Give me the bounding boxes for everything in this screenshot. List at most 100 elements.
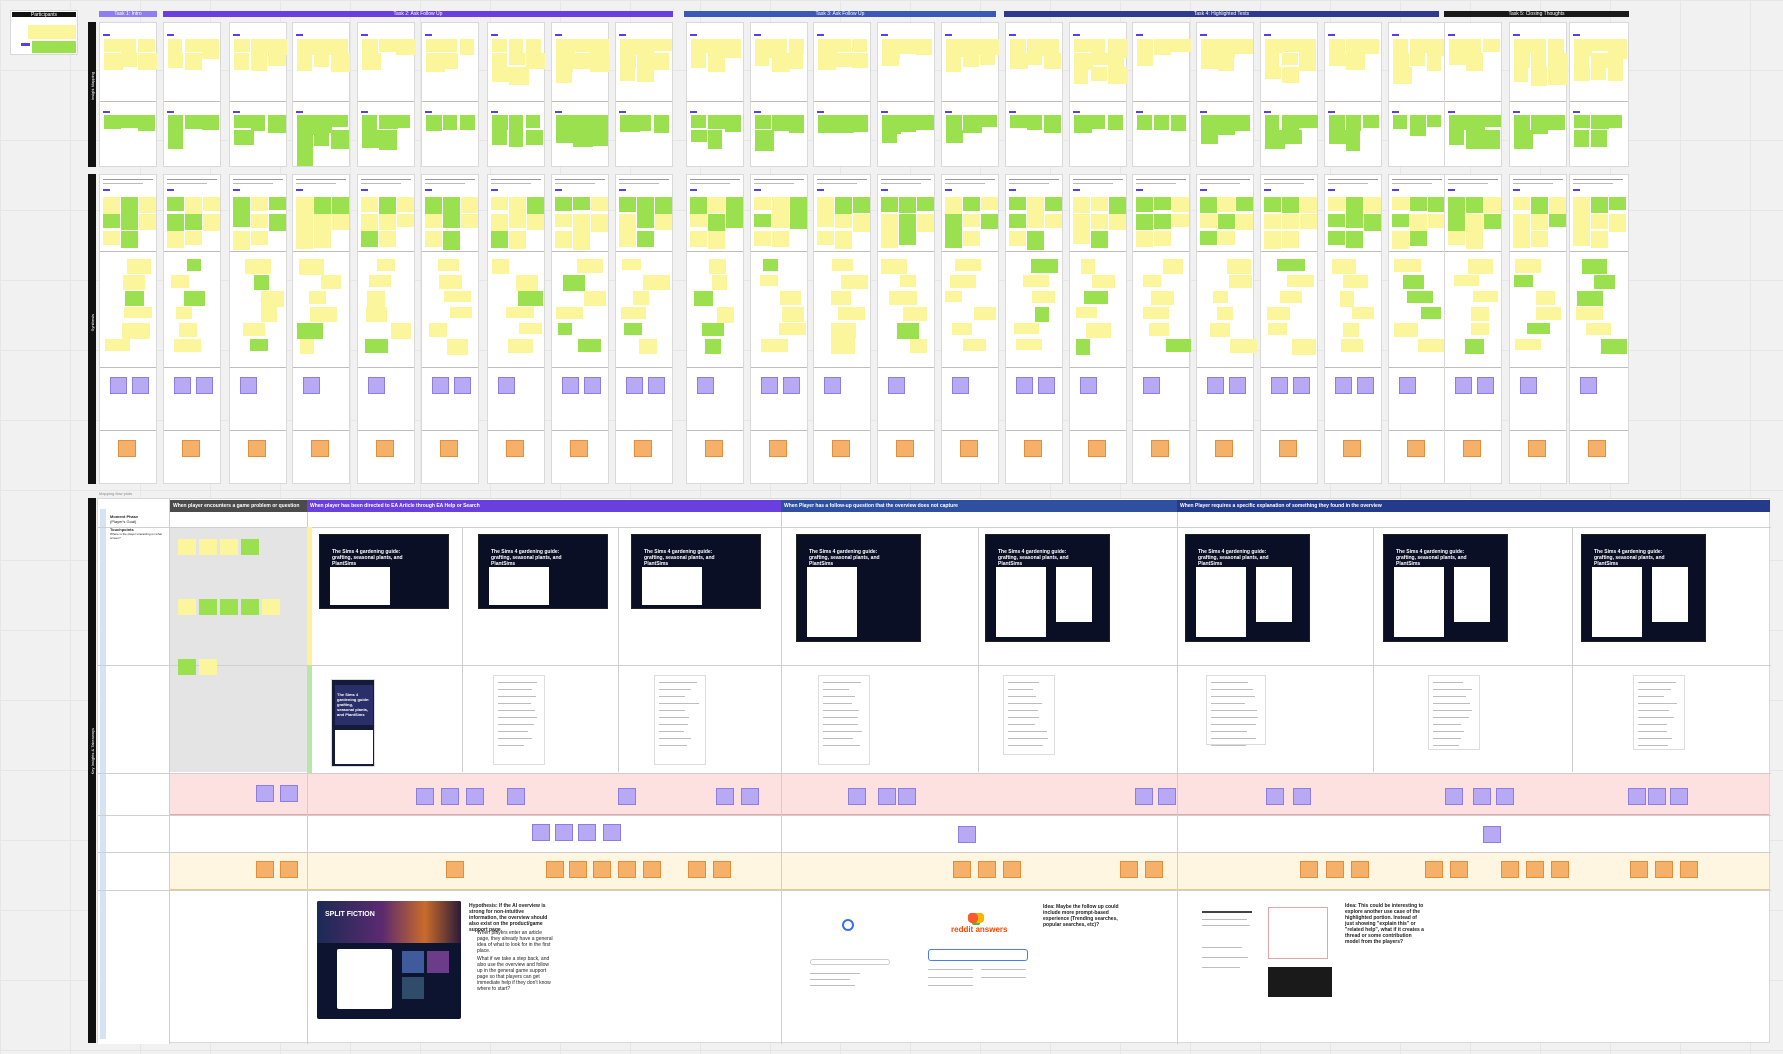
synthesis-sticky[interactable] bbox=[314, 231, 331, 249]
insight-sticky[interactable] bbox=[946, 130, 963, 144]
synthesis-sticky[interactable] bbox=[296, 197, 313, 214]
insight-sticky[interactable] bbox=[1483, 39, 1500, 52]
synthesis-sticky[interactable] bbox=[817, 231, 834, 245]
synthesis-sticky[interactable] bbox=[309, 291, 326, 305]
insight-purple-sticky[interactable] bbox=[1080, 377, 1097, 394]
synthesis-sticky[interactable] bbox=[1594, 275, 1615, 289]
synthesis-sticky[interactable] bbox=[332, 214, 349, 231]
synthesis-sticky[interactable] bbox=[170, 275, 189, 289]
synthesis-sticky[interactable] bbox=[619, 214, 636, 232]
insight-sticky[interactable] bbox=[168, 53, 184, 69]
insight-sticky[interactable] bbox=[1137, 115, 1152, 130]
synthesis-sticky[interactable] bbox=[1045, 197, 1062, 211]
insight-sticky[interactable] bbox=[1466, 53, 1484, 71]
insight-sticky[interactable] bbox=[1201, 53, 1220, 69]
synthesis-sticky[interactable] bbox=[443, 214, 460, 229]
synthesis-sticky[interactable] bbox=[314, 214, 331, 232]
synthesis-sticky[interactable] bbox=[897, 323, 920, 339]
insight-sticky[interactable] bbox=[1108, 67, 1128, 84]
insight-sticky[interactable] bbox=[980, 53, 996, 66]
insight-sticky[interactable] bbox=[1282, 67, 1299, 83]
opportunity-sticky[interactable] bbox=[1680, 861, 1698, 878]
pain-point-sticky[interactable] bbox=[741, 788, 759, 805]
affinity-column[interactable] bbox=[1509, 22, 1568, 167]
opportunity-sticky[interactable] bbox=[643, 861, 661, 878]
synthesis-sticky[interactable] bbox=[1073, 214, 1090, 232]
synthesis-sticky[interactable] bbox=[1200, 197, 1217, 213]
affinity-column[interactable] bbox=[686, 22, 744, 167]
opportunity-sticky[interactable] bbox=[182, 440, 200, 457]
synthesis-column[interactable] bbox=[1196, 174, 1257, 484]
synthesis-sticky[interactable] bbox=[1218, 231, 1235, 245]
synthesis-sticky[interactable] bbox=[690, 197, 707, 216]
insight-sticky[interactable] bbox=[532, 824, 550, 841]
insight-sticky[interactable] bbox=[916, 115, 934, 131]
synthesis-sticky[interactable] bbox=[637, 214, 654, 229]
overview-panel[interactable] bbox=[1592, 567, 1642, 637]
opportunity-sticky[interactable] bbox=[1351, 861, 1369, 878]
synthesis-sticky[interactable] bbox=[963, 197, 980, 211]
synthesis-sticky[interactable] bbox=[1453, 275, 1479, 287]
insight-sticky[interactable] bbox=[1608, 53, 1623, 68]
insight-sticky[interactable] bbox=[755, 115, 772, 130]
insight-sticky[interactable] bbox=[234, 53, 250, 70]
moment-sticky[interactable] bbox=[220, 599, 238, 615]
opportunity-sticky[interactable] bbox=[1279, 440, 1297, 457]
mobile-screen[interactable] bbox=[493, 675, 545, 765]
synthesis-sticky[interactable] bbox=[881, 231, 898, 248]
overview-panel[interactable] bbox=[330, 567, 390, 605]
synthesis-sticky[interactable] bbox=[1466, 231, 1483, 250]
synthesis-sticky[interactable] bbox=[425, 231, 442, 248]
affinity-column[interactable] bbox=[551, 22, 610, 167]
affinity-column[interactable] bbox=[1005, 22, 1063, 167]
synthesis-sticky[interactable] bbox=[1527, 323, 1550, 335]
opportunity-sticky[interactable] bbox=[1300, 861, 1318, 878]
synthesis-sticky[interactable] bbox=[449, 307, 473, 319]
insight-sticky[interactable] bbox=[1329, 130, 1347, 145]
synthesis-sticky[interactable] bbox=[515, 275, 538, 291]
synthesis-sticky[interactable] bbox=[1027, 231, 1044, 250]
synthesis-sticky[interactable] bbox=[759, 275, 779, 287]
synthesis-sticky[interactable] bbox=[1410, 197, 1427, 212]
opportunity-sticky[interactable] bbox=[618, 861, 636, 878]
synthesis-sticky[interactable] bbox=[1291, 339, 1316, 355]
synthesis-sticky[interactable] bbox=[183, 291, 205, 306]
synthesis-sticky[interactable] bbox=[1045, 214, 1062, 229]
insight-sticky[interactable] bbox=[556, 67, 573, 83]
synthesis-sticky[interactable] bbox=[1200, 231, 1217, 245]
synthesis-sticky[interactable] bbox=[1346, 231, 1363, 248]
synthesis-sticky[interactable] bbox=[591, 197, 608, 211]
desktop-article-screen[interactable]: The Sims 4 gardening guide: grafting, se… bbox=[478, 534, 608, 609]
synthesis-sticky[interactable] bbox=[203, 197, 220, 211]
insight-sticky[interactable] bbox=[1574, 130, 1589, 148]
synthesis-sticky[interactable] bbox=[1531, 214, 1548, 231]
synthesis-sticky[interactable] bbox=[1466, 197, 1483, 214]
synthesis-sticky[interactable] bbox=[1407, 291, 1433, 303]
synthesis-sticky[interactable] bbox=[366, 307, 387, 322]
synthesis-sticky[interactable] bbox=[619, 197, 636, 212]
synthesis-sticky[interactable] bbox=[655, 214, 672, 231]
mobile-screen[interactable] bbox=[1428, 675, 1480, 750]
synthesis-sticky[interactable] bbox=[1513, 231, 1530, 249]
video-thumbnail[interactable] bbox=[1268, 967, 1332, 997]
insight-sticky[interactable] bbox=[331, 115, 349, 128]
synthesis-sticky[interactable] bbox=[175, 307, 192, 319]
synthesis-sticky[interactable] bbox=[296, 231, 313, 250]
synthesis-sticky[interactable] bbox=[439, 275, 463, 289]
synthesis-sticky[interactable] bbox=[297, 323, 323, 339]
insight-sticky[interactable] bbox=[1591, 67, 1606, 81]
insight-sticky[interactable] bbox=[772, 115, 791, 132]
synthesis-sticky[interactable] bbox=[1342, 323, 1359, 338]
synthesis-sticky[interactable] bbox=[491, 231, 508, 248]
synthesis-sticky[interactable] bbox=[1264, 231, 1281, 250]
synthesis-sticky[interactable] bbox=[1227, 259, 1252, 274]
insight-sticky[interactable] bbox=[331, 39, 348, 54]
synthesis-sticky[interactable] bbox=[1513, 197, 1530, 211]
synthesis-sticky[interactable] bbox=[361, 197, 378, 212]
journey-map-frame[interactable]: Moment Phase (Player's Goal) Touchpoints… bbox=[97, 498, 1771, 1044]
insight-sticky[interactable] bbox=[1235, 39, 1254, 54]
synthesis-sticky[interactable] bbox=[121, 231, 138, 248]
desktop-article-screen[interactable]: The Sims 4 gardening guide: grafting, se… bbox=[1185, 534, 1310, 642]
synthesis-sticky[interactable] bbox=[910, 339, 927, 354]
opportunity-sticky[interactable] bbox=[570, 440, 588, 457]
